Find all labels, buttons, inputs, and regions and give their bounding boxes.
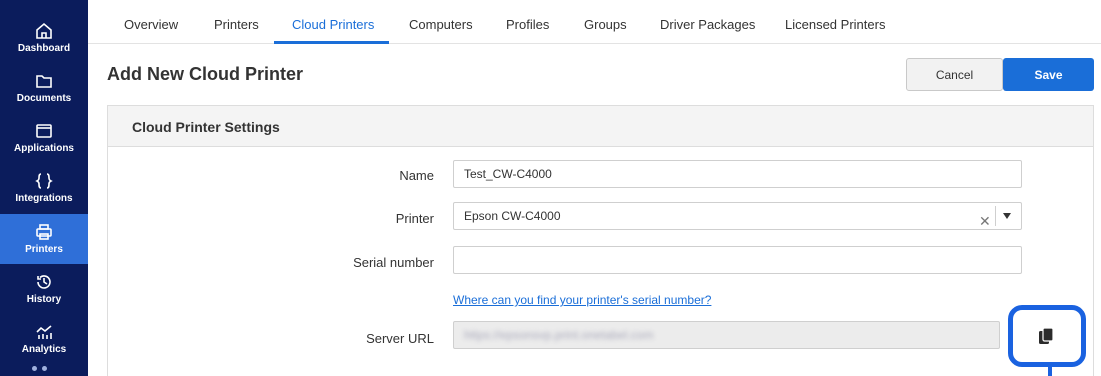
name-field[interactable]: Test_CW-C4000 [453, 160, 1022, 188]
sidebar-item-integrations[interactable]: Integrations [0, 163, 88, 213]
card-header: Cloud Printer Settings [108, 106, 1093, 147]
sidebar-item-label: History [26, 294, 62, 305]
tab-driver-packages[interactable]: Driver Packages [660, 17, 755, 32]
tab-cloud-printers[interactable]: Cloud Printers [292, 17, 374, 32]
sidebar-item-label: Dashboard [17, 43, 71, 54]
sidebar: Dashboard Documents Applications Integra… [0, 0, 88, 376]
sidebar-item-label: Analytics [21, 344, 67, 355]
tab-groups[interactable]: Groups [584, 17, 627, 32]
serial-number-field[interactable] [453, 246, 1022, 274]
sidebar-item-analytics[interactable]: Analytics [0, 314, 88, 364]
active-tab-indicator [274, 41, 389, 44]
sidebar-item-documents[interactable]: Documents [0, 63, 88, 113]
analytics-icon [36, 325, 52, 339]
tab-computers[interactable]: Computers [409, 17, 473, 32]
save-button[interactable]: Save [1003, 58, 1094, 91]
server-url-field: https://epsonsvp.print.onetabel.com [453, 321, 1000, 349]
sidebar-more-indicator [32, 366, 56, 376]
printer-label: Printer [395, 211, 434, 226]
history-icon [37, 275, 51, 289]
name-label: Name [399, 168, 434, 183]
sidebar-item-history[interactable]: History [0, 264, 88, 314]
server-url-label: Server URL [366, 331, 434, 346]
select-divider [995, 206, 996, 226]
server-url-value: https://epsonsvp.print.onetabel.com [464, 328, 654, 342]
serial-number-label: Serial number [353, 255, 434, 270]
sidebar-item-label: Applications [13, 143, 74, 154]
page-title: Add New Cloud Printer [107, 64, 304, 84]
serial-number-help-link[interactable]: Where can you find your printer's serial… [453, 293, 711, 307]
cancel-button[interactable]: Cancel [906, 58, 1003, 91]
tab-overview[interactable]: Overview [124, 17, 178, 32]
window-icon [36, 124, 52, 138]
tab-bar: Overview Printers Cloud Printers Compute… [88, 0, 1101, 44]
sidebar-item-label: Printers [25, 244, 63, 255]
chevron-down-icon[interactable] [1003, 213, 1011, 219]
tab-licensed-printers[interactable]: Licensed Printers [785, 17, 885, 32]
name-value: Test_CW-C4000 [464, 167, 552, 181]
tab-printers[interactable]: Printers [214, 17, 259, 32]
folder-icon [36, 75, 52, 88]
sidebar-item-label: Documents [16, 93, 72, 104]
home-icon [36, 22, 52, 39]
sidebar-item-printers[interactable]: Printers [0, 214, 88, 264]
clear-icon[interactable]: ✕ [979, 213, 991, 230]
tab-profiles[interactable]: Profiles [506, 17, 549, 32]
sidebar-item-label: Integrations [15, 193, 73, 204]
callout-pointer [1048, 367, 1052, 376]
printer-select-value: Epson CW-C4000 [464, 209, 561, 223]
braces-icon [35, 173, 53, 189]
card-title: Cloud Printer Settings [132, 119, 280, 135]
copy-icon[interactable] [1038, 327, 1054, 345]
printer-icon [36, 224, 52, 240]
sidebar-item-dashboard[interactable]: Dashboard [0, 13, 88, 63]
printer-select[interactable]: Epson CW-C4000 [453, 202, 1022, 230]
sidebar-item-applications[interactable]: Applications [0, 113, 88, 163]
